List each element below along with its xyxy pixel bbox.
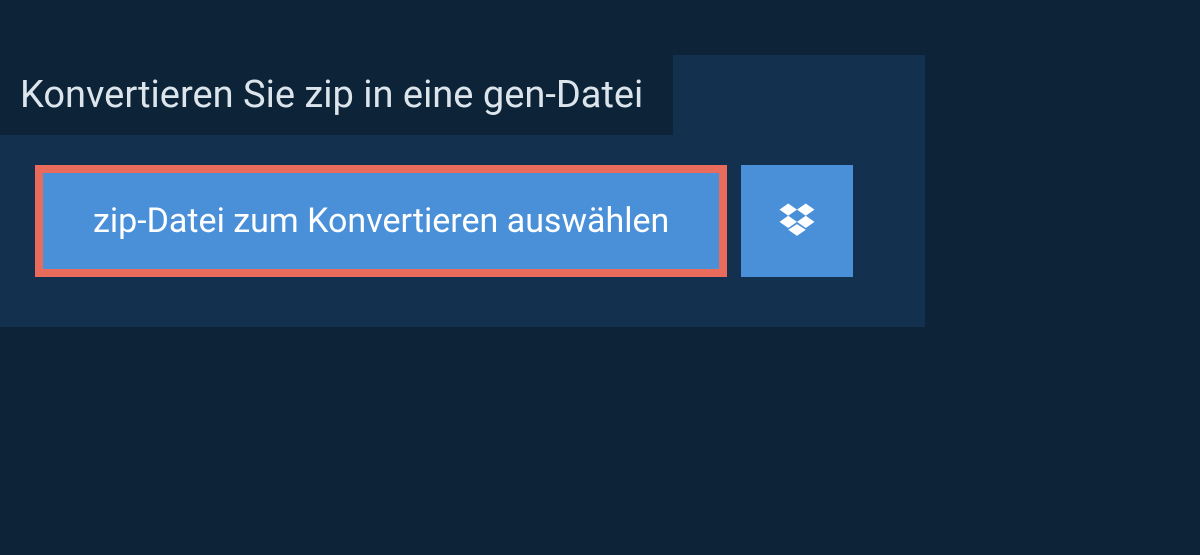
button-row: zip-Datei zum Konvertieren auswählen <box>0 135 925 277</box>
page-title: Konvertieren Sie zip in eine gen-Datei <box>20 73 643 117</box>
title-bar: Konvertieren Sie zip in eine gen-Datei <box>0 55 673 135</box>
dropbox-icon <box>776 200 818 242</box>
converter-panel: Konvertieren Sie zip in eine gen-Datei z… <box>0 55 925 327</box>
dropbox-button[interactable] <box>741 165 853 277</box>
select-file-button[interactable]: zip-Datei zum Konvertieren auswählen <box>35 165 727 277</box>
select-file-label: zip-Datei zum Konvertieren auswählen <box>93 201 669 241</box>
